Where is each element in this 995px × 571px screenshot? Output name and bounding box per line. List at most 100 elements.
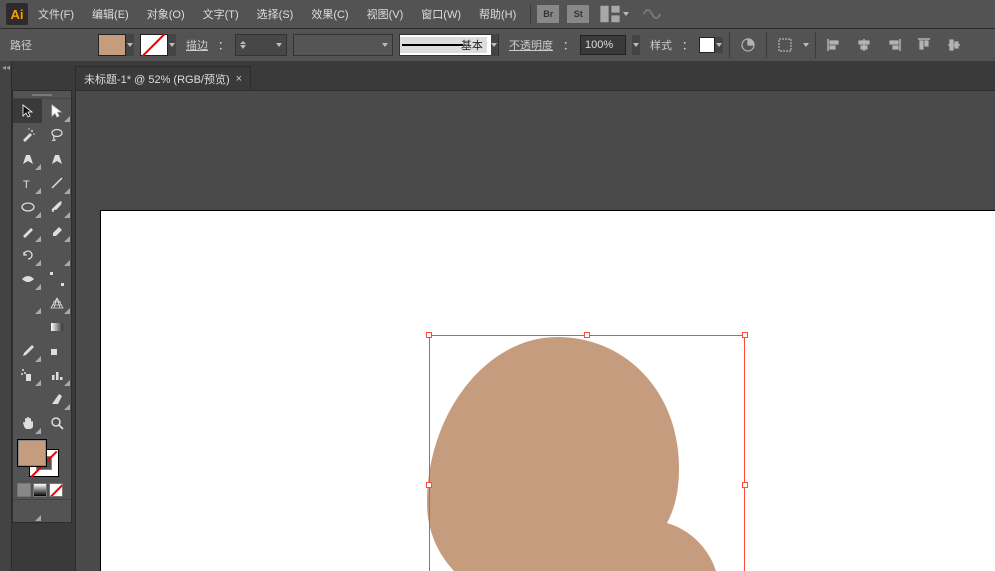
artboard[interactable] — [101, 211, 995, 571]
menu-effect[interactable]: 效果(C) — [303, 2, 356, 26]
align-right-icon[interactable] — [882, 33, 906, 57]
eraser-tool[interactable] — [42, 219, 71, 243]
menu-view[interactable]: 视图(V) — [359, 2, 412, 26]
stroke-swatch-group[interactable] — [140, 34, 176, 56]
align-left-icon[interactable] — [822, 33, 846, 57]
menu-help[interactable]: 帮助(H) — [471, 2, 524, 26]
scale-tool[interactable] — [42, 243, 71, 267]
menu-object[interactable]: 对象(O) — [139, 2, 193, 26]
menu-file[interactable]: 文件(F) — [30, 2, 82, 26]
perspective-grid-tool[interactable] — [42, 291, 71, 315]
align-vcenter-icon[interactable] — [942, 33, 966, 57]
ellipse-tool[interactable] — [13, 195, 42, 219]
stroke-caret[interactable] — [168, 34, 176, 56]
separator — [766, 32, 767, 58]
panel-collapse-strip[interactable]: ◂◂ — [0, 61, 12, 571]
direct-selection-tool[interactable] — [42, 99, 71, 123]
fill-swatch[interactable] — [98, 34, 126, 56]
selection-bbox[interactable] — [429, 335, 745, 571]
style-colon: ： — [682, 37, 693, 53]
stock-button[interactable]: St — [567, 5, 589, 23]
width-tool[interactable] — [13, 267, 42, 291]
curvature-tool[interactable] — [42, 147, 71, 171]
style-swatch[interactable] — [699, 37, 715, 53]
artboard-tool[interactable] — [13, 387, 42, 411]
gradient-mode-button[interactable] — [33, 483, 47, 497]
gpu-icon[interactable] — [641, 5, 663, 23]
stroke-colon: ： — [218, 37, 229, 53]
type-tool[interactable]: T — [13, 171, 42, 195]
magic-wand-tool[interactable] — [13, 123, 42, 147]
line-tool[interactable] — [42, 171, 71, 195]
menu-window[interactable]: 窗口(W) — [413, 2, 469, 26]
align-top-icon[interactable] — [912, 33, 936, 57]
selection-tool[interactable] — [13, 99, 42, 123]
paintbrush-tool[interactable] — [42, 195, 71, 219]
shaper-tool[interactable] — [13, 219, 42, 243]
bbox-handle-e[interactable] — [742, 482, 748, 488]
document-tab-title: 未标题-1* @ 52% (RGB/预览) — [84, 71, 230, 87]
opacity-label[interactable]: 不透明度 — [505, 37, 557, 53]
align-caret[interactable] — [803, 43, 809, 47]
arrange-docs-button[interactable] — [599, 5, 621, 23]
rotate-tool[interactable] — [13, 243, 42, 267]
none-mode-button[interactable] — [49, 483, 63, 497]
pen-tool[interactable] — [13, 147, 42, 171]
fill-swatch-group[interactable] — [98, 34, 134, 56]
fill-caret[interactable] — [126, 34, 134, 56]
close-tab-button[interactable]: × — [236, 73, 242, 85]
align-to-icon[interactable] — [773, 33, 797, 57]
zoom-tool[interactable] — [42, 411, 71, 435]
eyedropper-tool[interactable] — [13, 339, 42, 363]
symbol-sprayer-tool[interactable] — [13, 363, 42, 387]
slice-tool[interactable] — [42, 387, 71, 411]
gradient-tool[interactable] — [42, 315, 71, 339]
menu-type[interactable]: 文字(T) — [195, 2, 247, 26]
opacity-colon: ： — [563, 37, 574, 53]
stroke-swatch[interactable] — [140, 34, 168, 56]
menu-bar: Ai 文件(F) 编辑(E) 对象(O) 文字(T) 选择(S) 效果(C) 视… — [0, 0, 995, 28]
selection-context-label: 路径 — [6, 37, 36, 53]
hand-tool[interactable] — [13, 411, 42, 435]
control-bar: 路径 描边 ： 基本 不透明度 ： 样式 ： — [0, 28, 995, 61]
blend-tool[interactable] — [42, 339, 71, 363]
lasso-tool[interactable] — [42, 123, 71, 147]
opacity-caret[interactable] — [632, 35, 640, 55]
toolbox: T — [12, 90, 72, 523]
opacity-input[interactable] — [580, 35, 626, 55]
style-dropdown[interactable] — [699, 37, 723, 53]
mesh-tool[interactable] — [13, 315, 42, 339]
separator — [729, 32, 730, 58]
canvas-area[interactable] — [75, 90, 995, 571]
edit-toolbar-button[interactable] — [42, 500, 71, 522]
color-mode-button[interactable] — [17, 483, 31, 497]
arrange-docs-caret[interactable] — [623, 12, 629, 16]
stroke-weight-dropdown[interactable] — [235, 34, 287, 56]
screen-mode-button[interactable] — [13, 500, 42, 522]
document-tab-bar: 未标题-1* @ 52% (RGB/预览) × — [75, 66, 251, 90]
menu-select[interactable]: 选择(S) — [249, 2, 302, 26]
menu-edit[interactable]: 编辑(E) — [84, 2, 137, 26]
align-hcenter-icon[interactable] — [852, 33, 876, 57]
free-transform-tool[interactable] — [42, 267, 71, 291]
bbox-handle-w[interactable] — [426, 482, 432, 488]
style-label: 样式 — [646, 37, 676, 53]
brush-profile-dropdown[interactable]: 基本 — [399, 34, 499, 56]
toolbox-grip[interactable] — [13, 91, 71, 99]
recolor-art-icon[interactable] — [736, 33, 760, 57]
shape-builder-tool[interactable] — [13, 291, 42, 315]
bridge-button[interactable]: Br — [537, 5, 559, 23]
brush-profile-label: 基本 — [461, 37, 483, 53]
separator — [815, 32, 816, 58]
bbox-handle-n[interactable] — [584, 332, 590, 338]
vsp-dropdown[interactable] — [293, 34, 393, 56]
bbox-handle-ne[interactable] — [742, 332, 748, 338]
stroke-label[interactable]: 描边 — [182, 37, 212, 53]
column-graph-tool[interactable] — [42, 363, 71, 387]
app-logo: Ai — [6, 3, 28, 25]
bbox-handle-nw[interactable] — [426, 332, 432, 338]
document-tab[interactable]: 未标题-1* @ 52% (RGB/预览) × — [75, 66, 251, 90]
separator — [530, 5, 531, 23]
fill-stroke-box — [13, 435, 71, 481]
fill-color-box[interactable] — [17, 439, 47, 467]
